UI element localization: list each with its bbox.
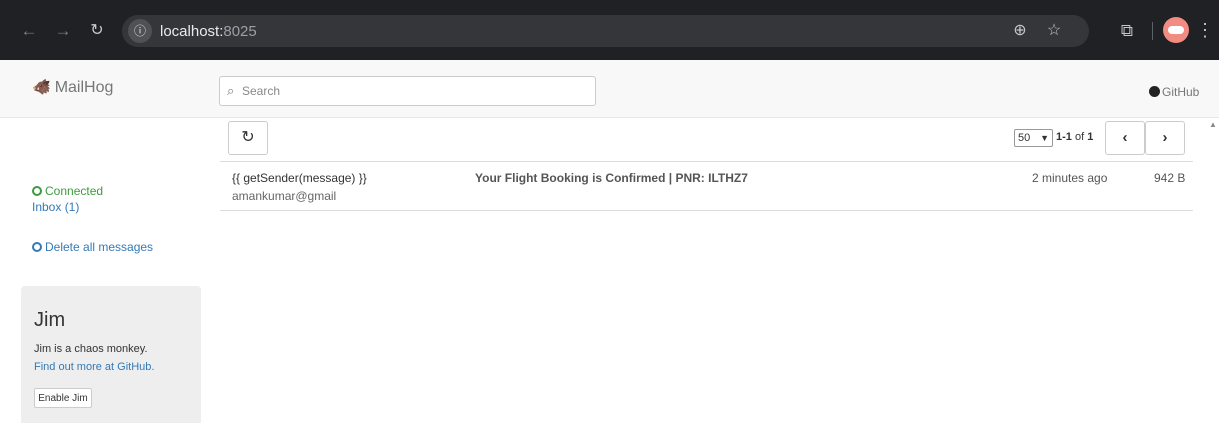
delete-all-label: Delete all messages xyxy=(45,240,154,254)
url-port: 8025 xyxy=(223,23,257,40)
range-of: of xyxy=(1071,131,1088,143)
jim-title: Jim xyxy=(34,309,66,331)
profile-avatar[interactable] xyxy=(1163,17,1189,43)
message-row[interactable]: {{ getSender(message) }} amankumar@gmail… xyxy=(220,161,1193,211)
jim-description: Jim is a chaos monkey. xyxy=(34,343,148,355)
message-size: 942 B xyxy=(1154,171,1186,185)
jim-github-link[interactable]: Find out more at GitHub. xyxy=(34,361,154,373)
app-navbar: 🐗MailHog ⌕ GitHub xyxy=(0,60,1219,118)
enable-jim-button[interactable]: Enable Jim xyxy=(34,388,92,408)
avatar-glasses-icon xyxy=(1168,26,1184,34)
forward-arrow-icon[interactable]: → xyxy=(52,20,74,42)
per-page-select[interactable]: 50 ▼ xyxy=(1014,129,1053,147)
message-sender: {{ getSender(message) }} xyxy=(232,171,367,185)
star-icon[interactable]: ☆ xyxy=(1044,21,1064,41)
jim-panel: Jim Jim is a chaos monkey. Find out more… xyxy=(21,286,201,423)
search-input[interactable] xyxy=(242,77,592,105)
power-icon xyxy=(32,186,42,196)
info-icon[interactable]: ⓘ xyxy=(128,19,152,43)
toolbar-divider xyxy=(1152,22,1153,40)
delete-icon xyxy=(32,242,42,252)
reload-icon[interactable]: ↻ xyxy=(86,20,108,42)
pig-logo-icon: 🐗 xyxy=(32,79,51,96)
chevron-left-icon: ‹ xyxy=(1122,129,1128,146)
connection-status-label: Connected xyxy=(45,184,104,198)
refresh-icon: ↻ xyxy=(241,129,255,146)
chevron-right-icon: › xyxy=(1162,129,1168,146)
delete-all-link[interactable]: Delete all messages xyxy=(32,240,153,254)
zoom-icon[interactable]: ⊕ xyxy=(1010,21,1030,41)
kebab-menu-icon[interactable]: ⋮ xyxy=(1196,18,1214,42)
pagination-range: 1-1 of 1 xyxy=(1056,131,1093,143)
url-host: localhost: xyxy=(160,23,224,40)
connection-status: Connected xyxy=(32,184,103,198)
search-icon: ⌕ xyxy=(227,83,235,98)
search-box[interactable]: ⌕ xyxy=(219,76,596,106)
range-current: 1-1 xyxy=(1056,131,1072,143)
browser-toolbar: ← → ↻ ⓘ localhost:8025 ⊕ ☆ ⧉ ⋮ xyxy=(0,0,1219,60)
message-time: 2 minutes ago xyxy=(1032,171,1108,185)
refresh-button[interactable]: ↻ xyxy=(228,121,268,155)
chevron-down-icon: ▼ xyxy=(1040,133,1049,143)
brand-link[interactable]: 🐗 MailHog xyxy=(32,78,113,97)
per-page-value: 50 xyxy=(1018,132,1031,144)
scroll-up-arrow[interactable]: ▲ xyxy=(1208,120,1218,130)
back-arrow-icon[interactable]: ← xyxy=(18,20,40,42)
previous-page-button[interactable]: ‹ xyxy=(1105,121,1145,155)
brand-name: MailHog xyxy=(54,79,114,96)
github-label: GitHub xyxy=(1162,85,1200,99)
message-subject: Your Flight Booking is Confirmed | PNR: … xyxy=(475,171,748,185)
github-icon xyxy=(1149,86,1160,97)
message-email: amankumar@gmail xyxy=(232,189,337,203)
url-text: localhost:8025 xyxy=(160,23,257,40)
address-bar[interactable]: ⓘ localhost:8025 ⊕ ☆ xyxy=(122,15,1089,47)
range-total: 1 xyxy=(1087,131,1094,143)
github-link[interactable]: GitHub xyxy=(1149,85,1199,99)
extensions-icon[interactable]: ⧉ xyxy=(1116,20,1138,42)
next-page-button[interactable]: › xyxy=(1145,121,1185,155)
inbox-link[interactable]: Inbox (1) xyxy=(32,200,79,214)
